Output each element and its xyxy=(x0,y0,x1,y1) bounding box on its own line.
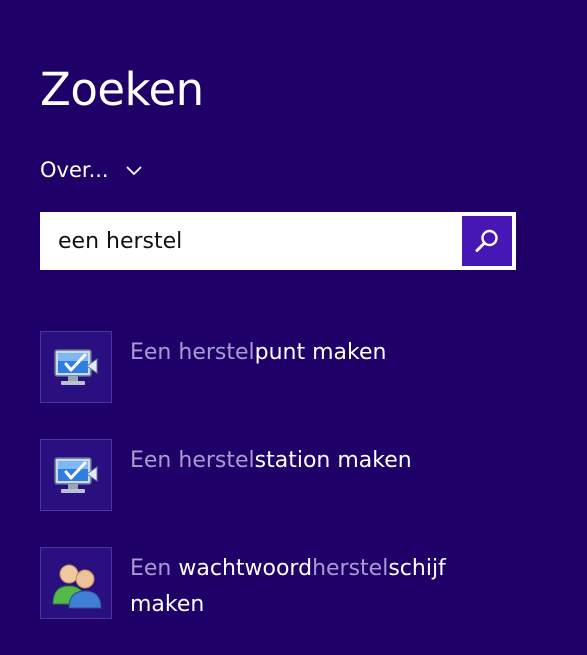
result-tile xyxy=(40,331,112,403)
result-tile xyxy=(40,439,112,511)
result-tile xyxy=(40,547,112,619)
system-restore-icon xyxy=(54,349,98,385)
result-label: Een wachtwoordherstelschijf maken xyxy=(130,556,446,617)
result-label: Een herstelpunt maken xyxy=(130,340,387,365)
search-icon xyxy=(475,229,498,252)
search-scope-dropdown[interactable]: Over... xyxy=(40,154,143,186)
search-box xyxy=(40,212,516,270)
user-accounts-icon xyxy=(52,564,102,609)
search-scope-label: Over... xyxy=(40,158,109,182)
page-title: Zoeken xyxy=(40,63,204,116)
search-button[interactable] xyxy=(462,216,512,266)
result-item[interactable]: Een herstelstation maken xyxy=(40,439,560,511)
chevron-down-icon xyxy=(125,166,142,176)
result-item[interactable]: Een wachtwoordherstelschijf maken xyxy=(40,547,560,619)
search-input[interactable] xyxy=(40,212,460,270)
search-results: Een herstelpunt maken Een herstelstation… xyxy=(40,331,560,655)
result-item[interactable]: Een herstelpunt maken xyxy=(40,331,560,403)
result-label: Een herstelstation maken xyxy=(130,448,412,473)
system-restore-icon xyxy=(54,457,98,493)
